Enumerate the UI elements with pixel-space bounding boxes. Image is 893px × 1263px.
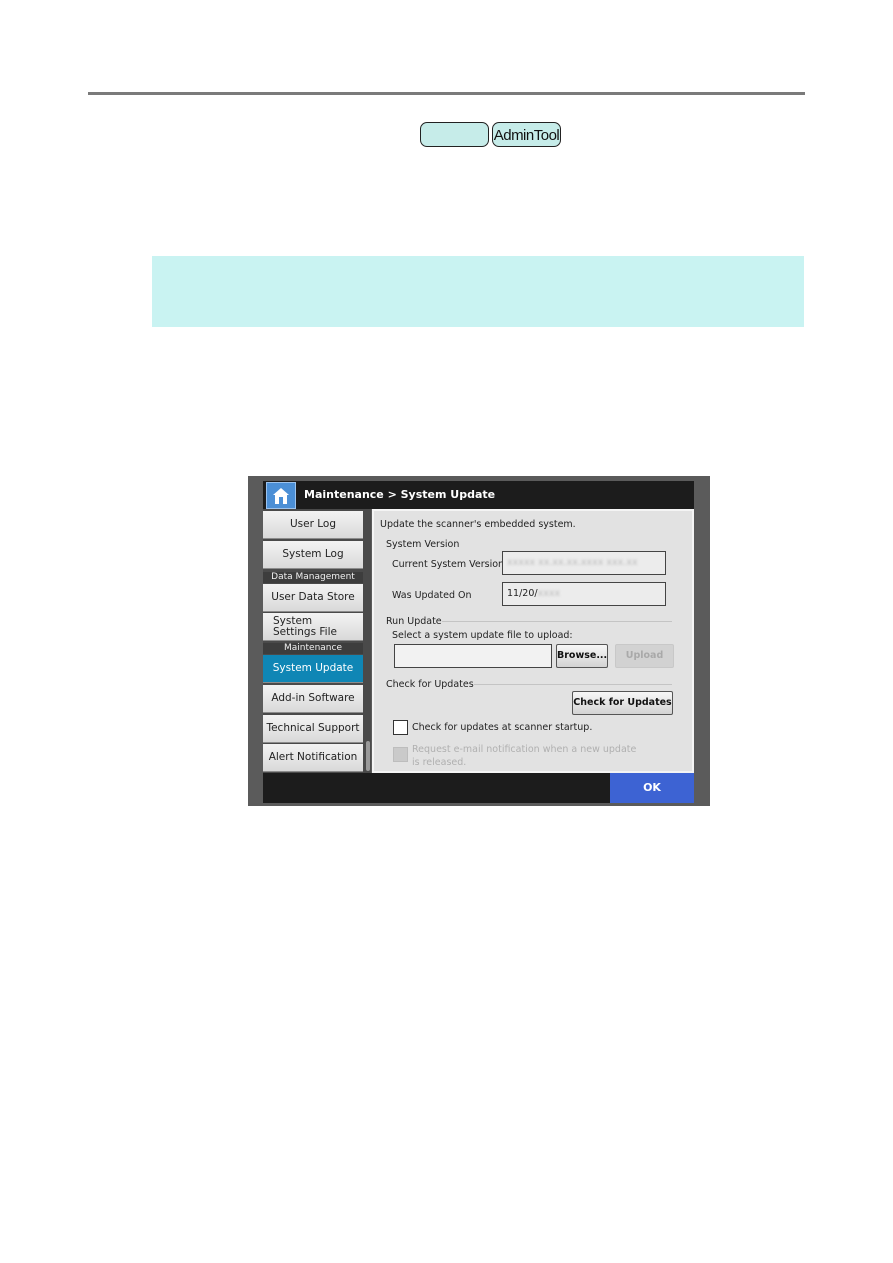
sidebar-item-label: Technical Support [266, 722, 360, 734]
sidebar-item-label: System Log [282, 548, 344, 560]
sidebar-item-system-log[interactable]: System Log [263, 541, 363, 569]
system-version-heading: System Version [386, 539, 460, 550]
check-updates-heading: Check for Updates [386, 679, 474, 690]
sidebar-item-system-update[interactable]: System Update [263, 655, 363, 683]
sidebar-item-user-data-store[interactable]: User Data Store [263, 584, 363, 612]
sidebar-item-add-in-software[interactable]: Add-in Software [263, 685, 363, 713]
sidebar-item-system-settings-file[interactable]: System Settings File [263, 613, 363, 641]
sidebar-item-label: Add-in Software [271, 692, 355, 704]
note-box [152, 256, 804, 327]
sidebar-item-user-log[interactable]: User Log [263, 511, 363, 539]
file-path-input[interactable] [394, 644, 552, 668]
sidebar-item-label: User Log [289, 518, 337, 530]
sidebar-item-label: System Settings File [273, 614, 337, 638]
sidebar-section-maintenance: Maintenance [263, 643, 363, 654]
browse-button[interactable]: Browse... [556, 644, 608, 668]
current-version-field: xxxxx xx.xx.xx.xxxx xxx.xx [502, 551, 666, 575]
email-notification-checkbox[interactable] [393, 747, 408, 762]
sidebar-scroll-thumb[interactable] [366, 741, 370, 771]
admintool-tag: AdminTool [492, 122, 561, 147]
sidebar-item-label: System Update [272, 662, 354, 674]
email-notification-label: Request e-mail notification when a new u… [412, 744, 637, 768]
bottom-bar: OK [263, 773, 694, 803]
current-version-label: Current System Version [392, 559, 505, 570]
breadcrumb: Maintenance > System Update [304, 488, 496, 501]
startup-check-label: Check for updates at scanner startup. [412, 722, 593, 733]
sidebar-scrollbar[interactable] [365, 509, 371, 773]
home-button[interactable] [266, 482, 296, 509]
header-rule [88, 92, 805, 95]
system-update-screenshot: Maintenance > System Update User Log Sys… [248, 476, 710, 806]
updated-on-value: 11/20/ [507, 588, 538, 599]
updated-on-label: Was Updated On [392, 590, 472, 601]
startup-check-checkbox[interactable] [393, 720, 408, 735]
run-update-heading: Run Update [386, 616, 442, 627]
ok-button[interactable]: OK [610, 773, 694, 803]
title-bar: Maintenance > System Update [263, 481, 694, 509]
upload-button[interactable]: Upload [615, 644, 674, 668]
section-divider [474, 684, 672, 685]
product-tag-blank [420, 122, 489, 147]
current-version-value: xxxxx xx.xx.xx.xxxx xxx.xx [507, 557, 638, 568]
content-panel: Update the scanner's embedded system. Sy… [372, 509, 694, 773]
sidebar-section-data-management: Data Management [263, 572, 363, 583]
updated-on-field: 11/20/xxxx [502, 582, 666, 606]
page-description: Update the scanner's embedded system. [380, 519, 576, 530]
updated-on-value-blurred: xxxx [537, 588, 561, 599]
sidebar-item-alert-notification[interactable]: Alert Notification [263, 744, 363, 772]
sidebar: User Log System Log Data Management User… [263, 509, 365, 773]
select-file-label: Select a system update file to upload: [392, 630, 573, 641]
check-for-updates-button[interactable]: Check for Updates [572, 691, 673, 715]
sidebar-item-technical-support[interactable]: Technical Support [263, 715, 363, 743]
sidebar-item-label: Alert Notification [268, 751, 358, 763]
sidebar-item-label: User Data Store [271, 591, 355, 603]
section-divider [442, 621, 672, 622]
home-icon [273, 488, 289, 504]
